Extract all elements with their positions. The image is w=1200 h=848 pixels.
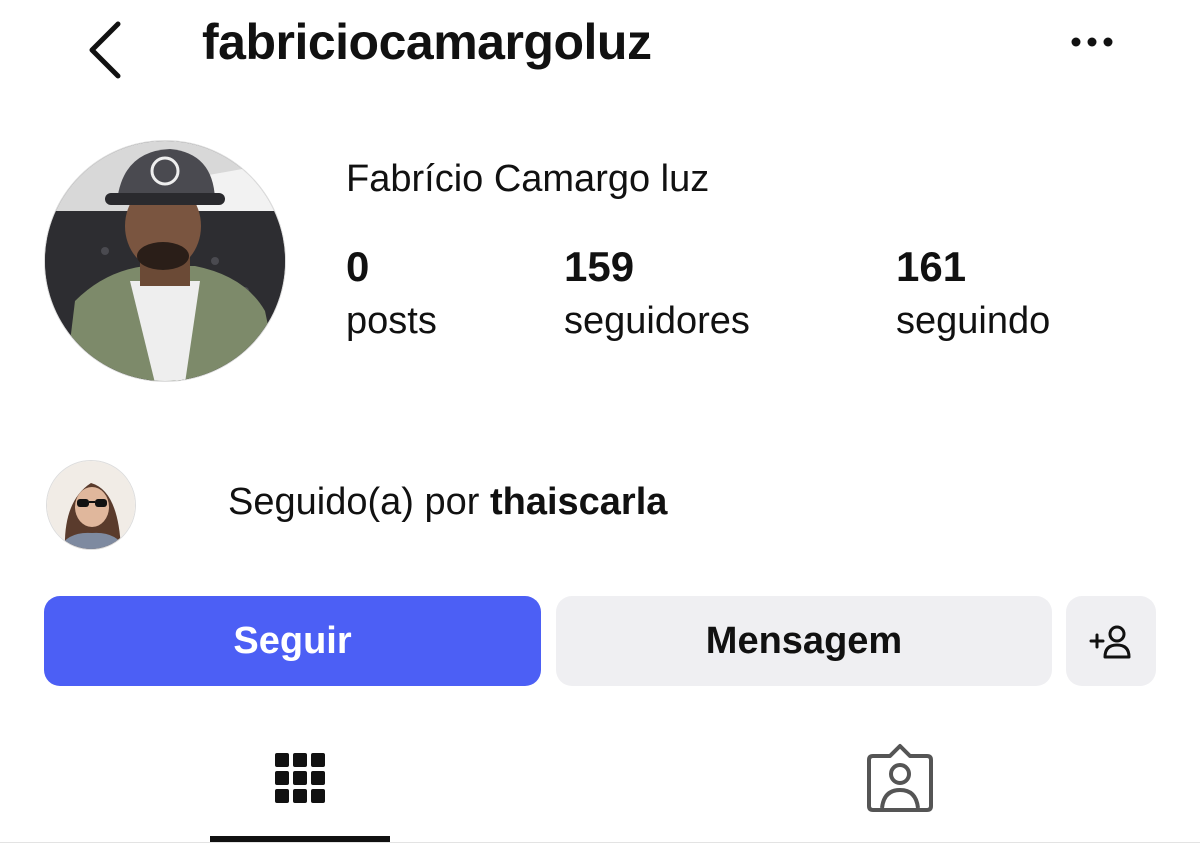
stat-followers-count: 159 bbox=[564, 243, 635, 290]
mutual-follower-avatar[interactable] bbox=[46, 460, 136, 550]
more-options-button[interactable] bbox=[1066, 24, 1122, 60]
stat-following[interactable]: 161 seguindo bbox=[896, 240, 1050, 348]
stat-followers[interactable]: 159 seguidores bbox=[564, 240, 750, 348]
stat-following-count: 161 bbox=[896, 243, 967, 290]
profile-avatar[interactable] bbox=[44, 140, 286, 382]
more-dots-icon bbox=[1071, 37, 1113, 47]
stat-posts[interactable]: 0 posts bbox=[346, 240, 437, 348]
follow-button[interactable]: Seguir bbox=[44, 596, 541, 686]
tagged-person-icon bbox=[867, 744, 933, 812]
stat-following-label: seguindo bbox=[896, 300, 1051, 342]
stat-followers-label: seguidores bbox=[564, 300, 750, 342]
tab-posts-grid[interactable] bbox=[210, 740, 390, 840]
add-person-icon bbox=[1089, 625, 1131, 659]
stat-posts-count: 0 bbox=[346, 243, 370, 290]
followed-by-prefix: Seguido(a) por bbox=[228, 481, 480, 523]
stat-posts-label: posts bbox=[346, 300, 437, 342]
message-button[interactable]: Mensagem bbox=[556, 596, 1052, 686]
grid-icon bbox=[275, 753, 325, 803]
followed-by-user[interactable]: thaiscarla bbox=[490, 481, 667, 523]
suggest-users-button[interactable] bbox=[1066, 596, 1156, 686]
profile-display-name: Fabrício Camargo luz bbox=[346, 158, 710, 200]
profile-username: fabriciocamargoluz bbox=[202, 14, 652, 70]
tabs-divider bbox=[0, 842, 1200, 843]
chevron-left-icon bbox=[89, 21, 121, 79]
back-button[interactable] bbox=[80, 10, 140, 80]
profile-page: fabriciocamargoluz Fabrício Camargo luz … bbox=[0, 0, 1200, 848]
followed-by-text[interactable]: Seguido(a) por thaiscarla bbox=[228, 475, 667, 529]
tab-tagged[interactable] bbox=[800, 740, 1000, 840]
